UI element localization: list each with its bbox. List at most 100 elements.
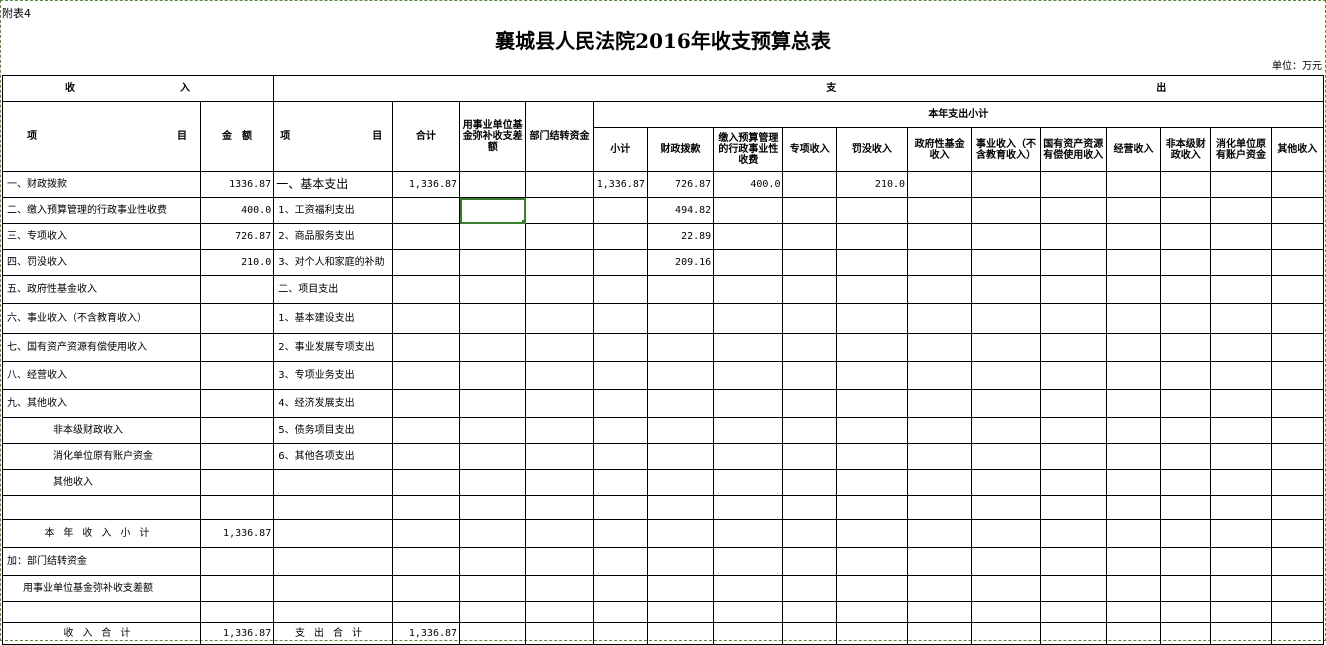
fiscal-cell[interactable]: 209.16 [646, 249, 715, 276]
empty-cell[interactable] [1270, 622, 1325, 645]
empty-cell[interactable] [907, 333, 973, 362]
empty-cell[interactable] [1270, 601, 1325, 623]
empty-cell[interactable] [1210, 601, 1272, 623]
special-cell[interactable] [782, 469, 837, 496]
empty-cell[interactable] [1160, 469, 1212, 496]
carryover-cell[interactable] [525, 333, 594, 362]
empty-cell[interactable] [907, 495, 973, 520]
empty-cell[interactable] [1039, 519, 1107, 548]
empty-cell[interactable] [971, 361, 1041, 390]
empty-cell[interactable] [592, 575, 648, 602]
empty-cell[interactable] [1105, 171, 1162, 198]
income-item-cell[interactable]: 六、事业收入（不含教育收入） [2, 303, 201, 334]
empty-cell[interactable] [1105, 361, 1162, 390]
empty-cell[interactable] [273, 547, 393, 576]
income-amount-cell[interactable] [199, 443, 275, 470]
fiscal-cell[interactable]: 726.87 [646, 171, 715, 198]
income-total-label[interactable]: 收入合计 [2, 622, 201, 645]
empty-cell[interactable] [835, 519, 909, 548]
fund-gap-cell[interactable] [459, 417, 527, 444]
empty-cell[interactable] [971, 601, 1041, 623]
empty-cell[interactable] [1160, 275, 1212, 304]
empty-cell[interactable] [1039, 622, 1107, 645]
fiscal-cell[interactable] [646, 303, 715, 334]
empty-cell[interactable] [1270, 469, 1325, 496]
subtotal-cell[interactable] [592, 249, 648, 276]
empty-cell[interactable] [1160, 622, 1212, 645]
empty-cell[interactable] [713, 622, 784, 645]
empty-cell[interactable] [592, 601, 648, 623]
empty-cell[interactable] [1210, 443, 1272, 470]
total-cell[interactable] [391, 303, 461, 334]
empty-cell[interactable] [1039, 249, 1107, 276]
carryover-cell[interactable] [525, 443, 594, 470]
admin-fees-cell[interactable] [713, 303, 784, 334]
empty-cell[interactable] [782, 622, 837, 645]
special-cell[interactable] [782, 389, 837, 418]
empty-cell[interactable] [782, 601, 837, 623]
empty-cell[interactable] [1160, 519, 1212, 548]
empty-cell[interactable] [971, 303, 1041, 334]
fiscal-cell[interactable]: 494.82 [646, 197, 715, 224]
empty-cell[interactable] [391, 547, 461, 576]
fund-gap-cell[interactable] [459, 469, 527, 496]
admin-fees-cell[interactable] [713, 417, 784, 444]
income-item-cell[interactable]: 九、其他收入 [2, 389, 201, 418]
empty-cell[interactable] [1105, 601, 1162, 623]
carryover-cell[interactable] [525, 417, 594, 444]
expense-item-cell[interactable]: 3、专项业务支出 [273, 361, 393, 390]
carryover-cell[interactable] [525, 197, 594, 224]
total-cell[interactable] [391, 249, 461, 276]
subtotal-cell[interactable] [592, 389, 648, 418]
empty-cell[interactable] [1210, 575, 1272, 602]
fiscal-cell[interactable] [646, 333, 715, 362]
income-item-cell[interactable]: 消化单位原有账户资金 [2, 443, 201, 470]
empty-cell[interactable] [1039, 275, 1107, 304]
empty-cell[interactable] [835, 622, 909, 645]
admin-fees-cell[interactable]: 400.0 [713, 171, 784, 198]
empty-cell[interactable] [971, 575, 1041, 602]
empty-cell[interactable] [1160, 223, 1212, 250]
empty-cell[interactable] [971, 333, 1041, 362]
expense-total-value[interactable]: 1,336.87 [391, 622, 461, 645]
empty-cell[interactable] [1160, 389, 1212, 418]
total-cell[interactable] [391, 197, 461, 224]
empty-cell[interactable] [1270, 333, 1325, 362]
empty-cell[interactable] [1210, 223, 1272, 250]
confiscation-cell[interactable] [835, 361, 909, 390]
expense-item-cell[interactable]: 1、工资福利支出 [273, 197, 393, 224]
empty-cell[interactable] [592, 495, 648, 520]
empty-cell[interactable] [1039, 601, 1107, 623]
empty-cell[interactable] [907, 389, 973, 418]
fund-gap-cell[interactable] [459, 249, 527, 276]
empty-cell[interactable] [907, 547, 973, 576]
carryover-cell[interactable] [525, 249, 594, 276]
empty-cell[interactable] [646, 519, 715, 548]
selected-cell[interactable] [459, 197, 527, 224]
empty-cell[interactable] [907, 622, 973, 645]
empty-cell[interactable] [1105, 575, 1162, 602]
admin-fees-cell[interactable] [713, 197, 784, 224]
fiscal-cell[interactable] [646, 469, 715, 496]
empty-cell[interactable] [199, 601, 275, 623]
fund-gap-cell[interactable] [459, 361, 527, 390]
empty-cell[interactable] [1210, 417, 1272, 444]
income-amount-cell[interactable] [199, 469, 275, 496]
total-cell[interactable] [391, 223, 461, 250]
empty-cell[interactable] [391, 575, 461, 602]
income-item-cell[interactable]: 二、缴入预算管理的行政事业性收费 [2, 197, 201, 224]
income-amount-cell[interactable] [199, 333, 275, 362]
empty-cell[interactable] [971, 197, 1041, 224]
income-item-cell[interactable]: 八、经营收入 [2, 361, 201, 390]
empty-cell[interactable] [1210, 622, 1272, 645]
empty-cell[interactable] [1210, 249, 1272, 276]
admin-fees-cell[interactable] [713, 333, 784, 362]
empty-cell[interactable] [525, 622, 594, 645]
empty-cell[interactable] [1270, 197, 1325, 224]
empty-cell[interactable] [782, 575, 837, 602]
expense-item-cell[interactable]: 2、事业发展专项支出 [273, 333, 393, 362]
confiscation-cell[interactable] [835, 389, 909, 418]
expense-item-cell[interactable]: 一、基本支出 [273, 171, 393, 198]
empty-cell[interactable] [907, 303, 973, 334]
empty-cell[interactable] [1160, 249, 1212, 276]
